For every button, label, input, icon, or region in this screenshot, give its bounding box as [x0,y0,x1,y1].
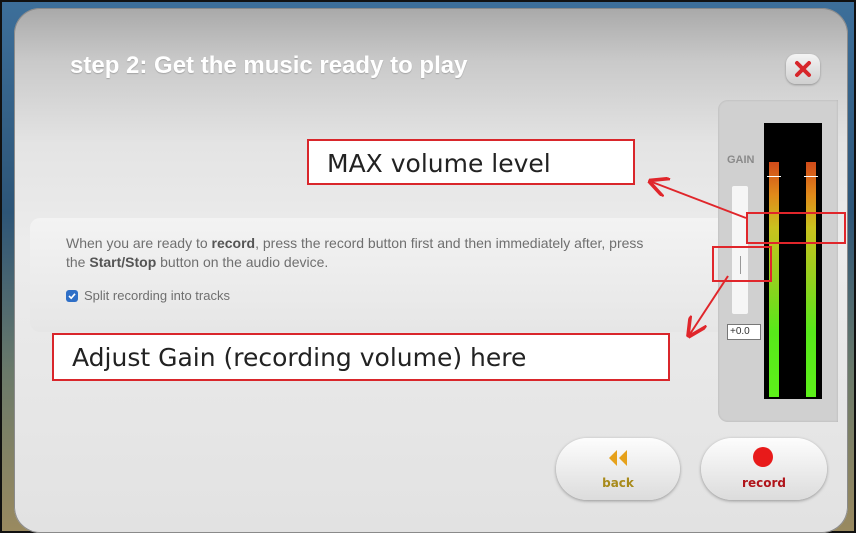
annotation-arrows [0,0,747,533]
max-level-arrow [652,182,747,219]
gain-arrow [690,275,729,334]
max-volume-callout: MAX volume level [307,139,635,185]
adjust-gain-callout: Adjust Gain (recording volume) here [52,333,670,381]
